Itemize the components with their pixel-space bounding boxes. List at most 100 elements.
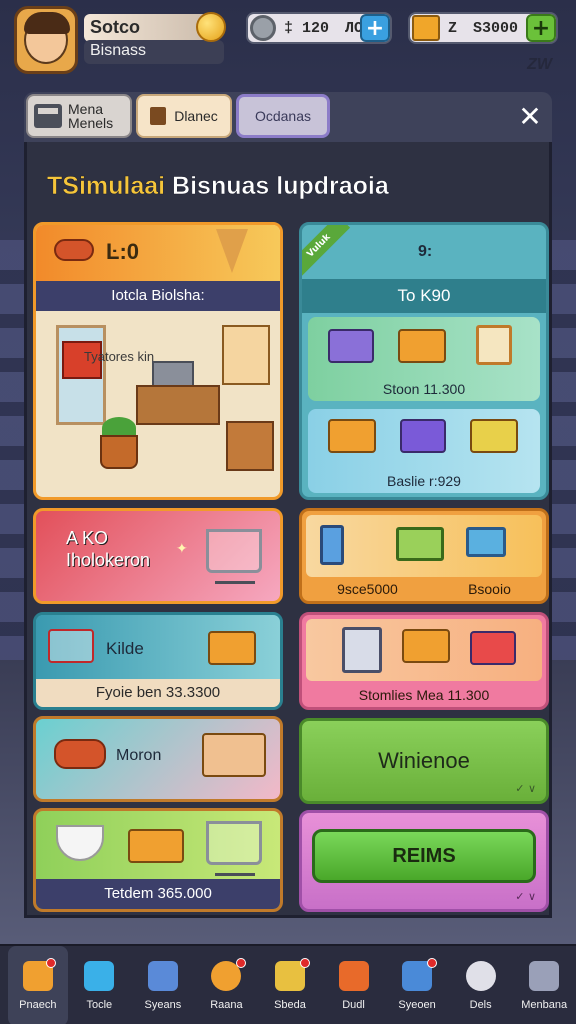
top-bar: Sotco Bisnass ‡ 120 ЛO + Z S3000 + ZW [0,0,576,82]
notification-badge [426,958,437,968]
plant-pot-icon [100,435,138,469]
add-gears-button[interactable]: + [360,14,390,42]
notification-badge [299,958,310,968]
ice-cream-icon [216,229,248,273]
nav-item-syeoen[interactable]: Syeoen [385,946,449,1024]
produce-card[interactable]: Tetdem 365.000 [33,808,283,912]
teal-hint: 9: [418,243,433,260]
food-card[interactable]: Moron [33,716,283,802]
produce-footer: Tetdem 365.000 [36,879,280,909]
tab-row: Mena Menels Dlanec Ocdanas [24,92,552,142]
tab-label: Ocdanas [254,108,312,124]
book-icon [147,961,178,991]
tab-ocdanas[interactable]: Ocdanas [236,94,330,138]
caption-left: 9sce5000 [337,581,398,597]
box-icon [402,629,450,663]
basket-icon [470,631,516,665]
nav-label: Sbeda [274,999,306,1011]
nav-item-menbana[interactable]: Menbana [512,946,576,1024]
upgrade-card-teal[interactable]: Vuluk 9: To K90 Stoon 11.300 Baslie r:92… [299,222,549,500]
chat-icon [338,961,369,991]
business-panel: TSimulaai Bisnuas lupdraoia Ŀ:0 Iotcla B… [24,142,552,918]
resource-amount: Z [448,19,458,37]
avatar[interactable] [14,6,78,74]
mirror-icon [476,325,512,365]
nav-item-sbeda[interactable]: Sbeda [258,946,322,1024]
sausage-icon [54,239,94,261]
counter-icon [136,385,220,425]
profile-icon [529,961,560,991]
shopping-cart-icon [206,529,262,584]
nav-item-pnaech[interactable]: Pnaech [8,946,68,1024]
title-rest: Bisnuas lupdraoia [172,172,389,201]
resource-amount: ‡ 120 [284,19,330,37]
featured-card-header: Ŀ:0 [36,225,280,281]
chevron-down-icon: ✓ ∨ [515,782,536,795]
nav-label: Pnaech [19,999,57,1011]
nav-item-syeans[interactable]: Syeans [131,946,195,1024]
crate-icon [412,15,440,41]
notification-badge [236,958,247,968]
bottom-navigation: Pnaech Tocle Syeans Raana Sbeda Dudl Syeoen Del… [0,944,576,1024]
tab-label: Dlanec [174,108,218,124]
cash-register-icon [152,361,194,387]
add-crates-button[interactable]: + [526,14,556,42]
promo-label: A KO Iholokeron [66,527,150,571]
kilde-label: Kilde [106,639,144,658]
bread-box-icon [398,329,446,363]
tab-dlanec[interactable]: Dlanec [136,94,232,138]
basket-icon [48,629,94,663]
kilde-card[interactable]: Kilde Fyoie ben 33.3300 [33,612,283,710]
kilde-footer: Fyoie ben 33.3300 [36,679,280,707]
reims-card: REIMS ✓ ∨ [299,810,549,912]
gold-coin-icon [196,12,226,42]
nav-item-dels[interactable]: Dels [449,946,513,1024]
upgrade-row-registers[interactable]: Baslie r:929 [308,409,540,493]
phone-icon [320,525,344,565]
featured-store-card[interactable]: Ŀ:0 Iotcla Biolsha: Tyatores kin [33,222,283,500]
nav-label: Raana [210,999,243,1011]
resource-extra: S3000 [473,19,519,37]
supplies-card-inner [306,619,542,681]
avatar-face-icon [24,12,70,64]
promo-card-pink[interactable]: A KO Iholokeron ✦ [33,508,283,604]
bread-icon [128,829,184,863]
tab-menu[interactable]: Mena Menels [26,94,132,138]
nav-label: Syeoen [398,999,436,1011]
supplies-card[interactable]: Stomlies Mea 11.300 [299,612,549,710]
nav-item-dudl[interactable]: Dudl [322,946,386,1024]
nav-item-raana[interactable]: Raana [195,946,259,1024]
resource-crates: Z S3000 + [408,12,558,44]
gear-icon [250,15,276,41]
close-button[interactable]: ✕ [516,103,544,132]
featured-price: Ŀ:0 [106,239,139,264]
kilde-card-top: Kilde [36,615,280,685]
nav-label: Dudl [342,999,365,1011]
upgrade-row-baskets[interactable]: Stoon 11.300 [308,317,540,401]
devices-card-inner [306,515,542,577]
devices-captions: 9sce5000 Bsooio [302,581,546,597]
register-icon [328,419,376,453]
featured-subtitle: Iotcla Biolsha: [36,281,280,311]
teal-title: To K90 [302,279,546,313]
corner-text: ZW [527,56,552,73]
devices-card[interactable]: 9sce5000 Bsooio [299,508,549,604]
winienoe-card[interactable]: Winienoe ✓ ∨ [299,718,549,804]
sandwich-icon [202,733,266,777]
basket-icon [328,329,374,363]
bag-icon [342,627,382,673]
nav-item-tocle[interactable]: Tocle [68,946,132,1024]
box-icon [208,631,256,665]
new-ribbon: Vuluk [302,225,351,278]
meat-icon [54,739,106,769]
row-caption: Stoon 11.300 [382,381,466,397]
sparkle-icon: ✦ [176,541,188,557]
shopping-cart-icon [206,821,262,876]
reims-button[interactable]: REIMS [312,829,536,883]
fruit-bowl-icon [56,825,104,861]
page-title: TSimulaai Bisnuas lupdraoia [47,172,389,201]
nav-label: Tocle [86,999,113,1011]
food-label: Moron [116,747,162,764]
globe-icon [465,961,496,991]
cash-stack-icon [470,419,518,453]
